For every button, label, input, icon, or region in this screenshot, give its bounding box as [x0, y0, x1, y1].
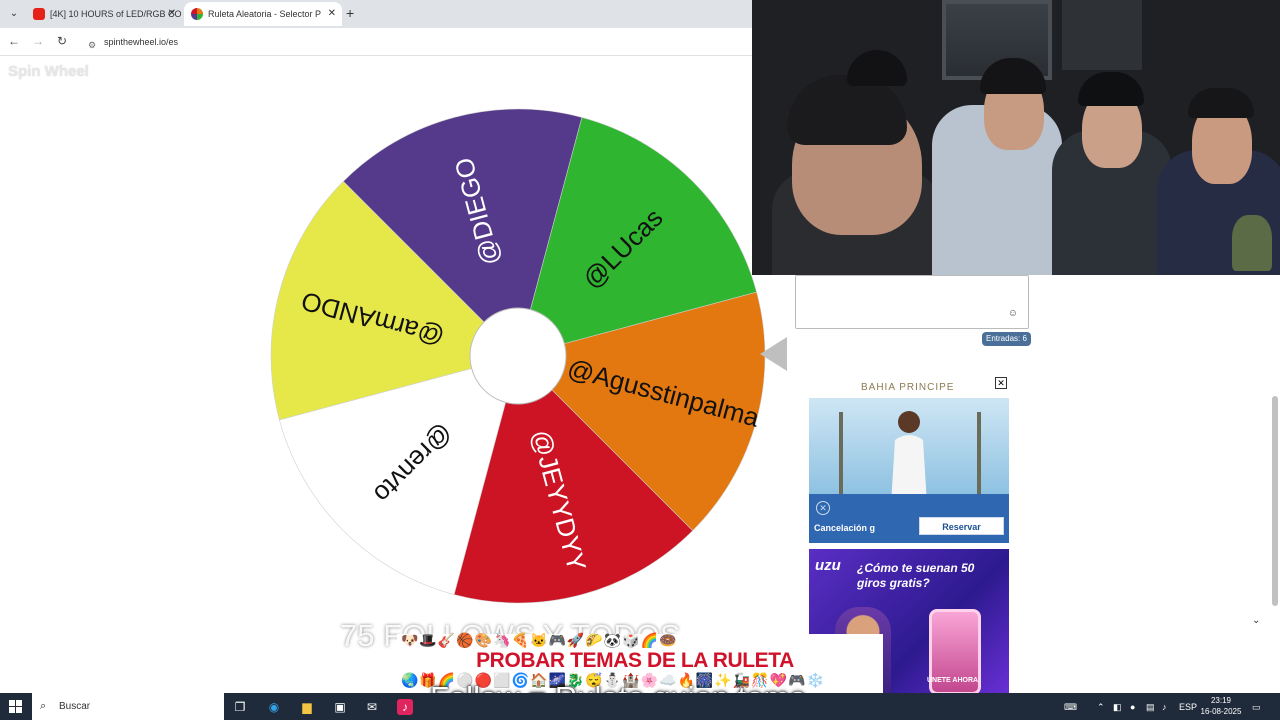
ad-footer-band: ✕ Cancelación g Reservar [809, 494, 1009, 543]
join-now-button[interactable]: ÚNETE AHORA [927, 677, 978, 684]
site-logo[interactable]: Spin Wheel [8, 63, 89, 80]
tray-app-icon[interactable]: ◧ [1113, 699, 1122, 715]
entries-count-badge: Entradas: 6 [982, 332, 1031, 346]
tab-title: Ruleta Aleatoria - Selector P [208, 9, 322, 19]
store-icon[interactable]: ▣ [332, 699, 348, 715]
edge-icon[interactable]: ◉ [266, 699, 282, 715]
ad-headline: ¿Cómo te suenan 50 giros gratis? [857, 561, 975, 590]
forward-arrow-icon[interactable]: → [30, 34, 46, 48]
windows-taskbar: ⌕ Buscar ❐ ◉ ▆ ▣ ✉ ♪ ⌨ ⌃ ◧ ● ▤ ♪ ESP 23:… [0, 693, 1280, 720]
search-icon: ⌕ [40, 700, 47, 712]
taskbar-search-box[interactable]: ⌕ Buscar [32, 693, 224, 720]
page-scrollbar[interactable] [1272, 396, 1278, 606]
tray-chevron-up-icon[interactable]: ⌃ [1097, 699, 1105, 715]
ad-model-image [891, 411, 927, 504]
youtube-favicon-icon [33, 8, 45, 20]
wheel-center-hub[interactable] [469, 307, 567, 405]
beanie-icon [1078, 72, 1144, 106]
ad-close-icon[interactable]: ✕ [995, 377, 1007, 389]
palm-tree-decor [977, 412, 981, 502]
search-placeholder: Buscar [59, 701, 91, 712]
system-clock[interactable]: 23:19 16-08-2025 [1200, 695, 1242, 717]
banner-icons-top: 🐶🎩🎸🏀🎨🦄🍕🐱🎮🚀🌮🐼🎲🌈🍩 [401, 632, 678, 648]
notifications-icon[interactable]: ▭ [1252, 699, 1261, 715]
ad-info-circle-icon[interactable]: ✕ [816, 501, 830, 515]
entries-textarea[interactable]: ☺ [795, 275, 1029, 329]
wheel-pointer-icon [760, 337, 787, 371]
webcam-overlay [752, 0, 1280, 275]
emoji-picker-icon[interactable]: ☺ [1008, 308, 1018, 319]
language-indicator[interactable]: ESP [1179, 699, 1197, 715]
site-info-icon[interactable]: ⚙ [88, 36, 96, 54]
clock-time: 23:19 [1210, 696, 1232, 705]
screen: ⌄ [4K] 10 HOURS of LED/RGB CO ✕ Ruleta A… [0, 0, 1280, 720]
ad-brand-name: BAHIA PRINCIPE [861, 382, 955, 393]
ad-brand-logo: uzu [815, 557, 841, 574]
palm-tree-decor [839, 412, 843, 502]
cap-icon [847, 50, 907, 86]
person-4-hair [1188, 88, 1254, 118]
close-tab-icon[interactable]: ✕ [328, 2, 336, 26]
tab-title: [4K] 10 HOURS of LED/RGB CO [50, 9, 182, 19]
network-icon[interactable]: ▤ [1146, 699, 1155, 715]
start-windows-icon[interactable] [9, 700, 22, 713]
volume-icon[interactable]: ♪ [1162, 699, 1167, 715]
keyboard-icon[interactable]: ⌨ [1064, 699, 1077, 715]
back-arrow-icon[interactable]: ← [6, 34, 22, 48]
tiktok-icon[interactable]: ♪ [397, 699, 413, 715]
scroll-down-chevron-icon[interactable]: ⌄ [1252, 615, 1260, 626]
reload-icon[interactable]: ↻ [54, 34, 70, 48]
file-explorer-icon[interactable]: ▆ [299, 699, 315, 715]
hotel-ad[interactable]: BAHIA PRINCIPE ✕ ✕ Cancelación g Reserva… [809, 376, 1009, 543]
new-tab-button[interactable]: + [346, 5, 354, 21]
url-text: spinthewheel.io/es [104, 37, 179, 47]
mate-cup-icon [1232, 215, 1272, 271]
microphone-icon[interactable]: ● [1130, 699, 1135, 715]
reserve-button[interactable]: Reservar [919, 517, 1004, 535]
close-tab-icon[interactable]: ✕ [168, 2, 176, 26]
tab-search-chevron-icon[interactable]: ⌄ [6, 6, 22, 22]
tab-spinwheel[interactable]: Ruleta Aleatoria - Selector P ✕ [184, 2, 342, 26]
mail-icon[interactable]: ✉ [364, 699, 380, 715]
tab-youtube[interactable]: [4K] 10 HOURS of LED/RGB CO ✕ [26, 2, 182, 26]
spinwheel-favicon-icon [191, 8, 203, 20]
spin-wheel[interactable]: @Agusstinpalma@JEYYDYY@renvto@armANDO@DI… [268, 106, 768, 606]
shelf-background [1062, 0, 1142, 70]
banner-title: PROBAR TEMAS DE LA RULETA [476, 649, 794, 672]
task-view-icon[interactable]: ❐ [232, 699, 248, 715]
ad-cancel-text: Cancelación g [814, 523, 876, 533]
clock-date: 16-08-2025 [1200, 707, 1242, 716]
